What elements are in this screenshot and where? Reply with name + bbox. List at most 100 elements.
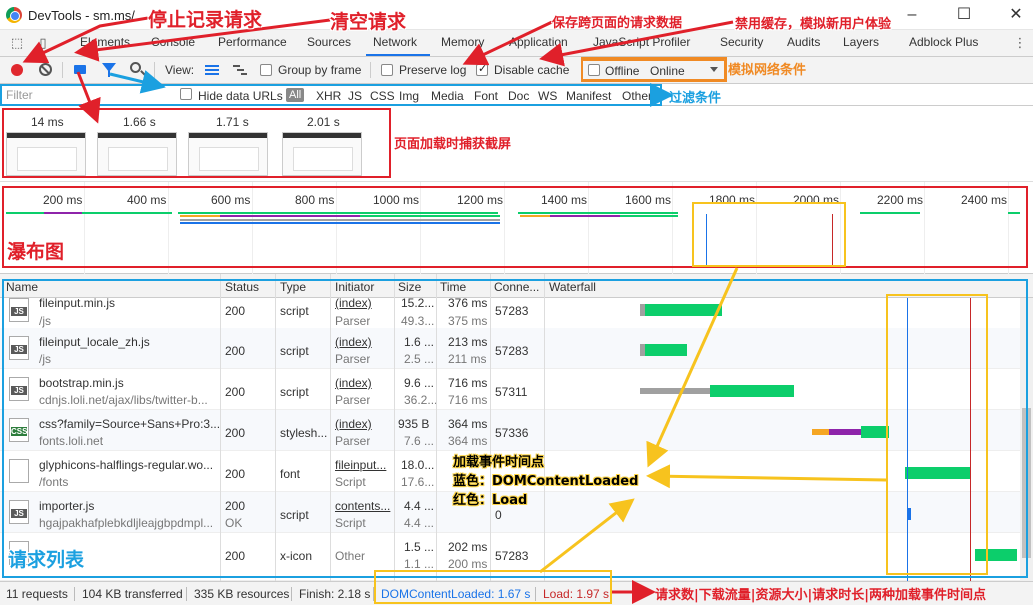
filter-type-css[interactable]: CSS <box>370 89 395 103</box>
screenshot-thumbnail[interactable] <box>188 132 268 176</box>
tab-elements[interactable]: Elements <box>80 35 130 49</box>
table-row[interactable]: 200 x-icon Other 1.5 ... 1.1 ... 202 ms … <box>0 533 1020 581</box>
column-divider[interactable] <box>275 274 276 581</box>
record-button[interactable] <box>11 64 23 76</box>
device-toolbar-icon[interactable]: ▯ <box>35 35 51 51</box>
scrollbar-thumb[interactable] <box>1022 408 1031 558</box>
large-rows-icon[interactable] <box>205 65 219 75</box>
request-time-sub: 200 ms <box>448 557 488 571</box>
screenshot-time: 1.66 s <box>123 115 156 129</box>
tab-adblock-plus[interactable]: Adblock Plus <box>909 35 978 49</box>
tab-layers[interactable]: Layers <box>843 35 879 49</box>
toolbar-separator <box>62 62 63 78</box>
request-initiator-sub: Parser <box>335 314 371 328</box>
overview-request-bar <box>178 212 498 214</box>
column-divider[interactable] <box>544 274 545 581</box>
column-header-waterfall[interactable]: Waterfall <box>549 280 596 294</box>
request-size: 18.0... <box>401 458 435 472</box>
tab-memory[interactable]: Memory <box>441 35 484 49</box>
transferred-size: 104 KB transferred <box>82 587 183 601</box>
filter-type-ws[interactable]: WS <box>538 89 557 103</box>
column-header-connection[interactable]: Conne... <box>494 280 539 294</box>
column-divider[interactable] <box>394 274 395 581</box>
column-divider[interactable] <box>490 274 491 581</box>
tab-console[interactable]: Console <box>151 35 195 49</box>
tab-application[interactable]: Application <box>509 35 568 49</box>
request-table: Name Status Type Initiator Size Time Con… <box>0 274 1033 581</box>
screenshot-thumbnail[interactable] <box>6 132 86 176</box>
filter-bar: Filter Hide data URLs All XHR JS CSS Img… <box>0 84 1033 106</box>
filter-type-manifest[interactable]: Manifest <box>566 89 611 103</box>
column-header-type[interactable]: Type <box>280 280 306 294</box>
filter-type-js[interactable]: JS <box>348 89 362 103</box>
disable-cache-checkbox[interactable] <box>476 62 488 76</box>
overview-request-bar <box>1008 212 1020 214</box>
more-options-icon[interactable]: ⋮ <box>1012 35 1028 51</box>
request-connection: 57311 <box>495 385 528 399</box>
tab-performance[interactable]: Performance <box>218 35 287 49</box>
screenshot-filmstrip: 14 ms 1.66 s 1.71 s 2.01 s <box>0 106 1033 182</box>
filter-type-all[interactable]: All <box>286 88 305 102</box>
hide-data-urls-checkbox[interactable] <box>180 88 192 100</box>
overview-timeline[interactable]: 200 ms 400 ms 600 ms 800 ms 1000 ms 1200… <box>0 182 1033 274</box>
filter-icon[interactable] <box>102 63 116 77</box>
table-row[interactable]: CSS css?family=Source+Sans+Pro:3... font… <box>0 410 1020 451</box>
timeline-tick: 400 ms <box>127 193 167 207</box>
column-divider[interactable] <box>436 274 437 581</box>
annotation-status-summary: 请求数|下载流量|资源大小|请求时长|两种加载事件时间点 <box>655 588 986 603</box>
filter-type-other[interactable]: Other <box>622 89 652 103</box>
search-icon[interactable] <box>130 62 141 73</box>
tab-sources[interactable]: Sources <box>307 35 351 49</box>
request-size-sub: 17.6... <box>401 475 435 489</box>
overview-request-bar <box>860 212 920 214</box>
screenshot-time: 1.71 s <box>216 115 249 129</box>
clear-button[interactable] <box>39 63 52 76</box>
column-header-size[interactable]: Size <box>398 280 421 294</box>
preserve-log-checkbox[interactable] <box>381 64 393 76</box>
maximize-button[interactable]: ☐ <box>949 4 979 26</box>
request-initiator[interactable]: contents... <box>335 499 393 513</box>
group-by-frame-checkbox[interactable] <box>260 64 272 76</box>
screenshot-time: 14 ms <box>31 115 64 129</box>
column-header-time[interactable]: Time <box>440 280 466 294</box>
filter-type-img[interactable]: Img <box>399 89 419 103</box>
inspect-element-icon[interactable]: ⬚ <box>9 35 25 51</box>
column-divider[interactable] <box>330 274 331 581</box>
column-header-name[interactable]: Name <box>6 280 38 294</box>
table-row[interactable]: JS bootstrap.min.js cdnjs.loli.net/ajax/… <box>0 369 1020 410</box>
table-row[interactable]: JS fileinput_locale_zh.js /js 200 script… <box>0 328 1020 369</box>
tab-network[interactable]: Network <box>373 35 417 49</box>
screenshot-thumbnail[interactable] <box>282 132 362 176</box>
screenshot-thumbnail[interactable] <box>97 132 177 176</box>
column-header-status[interactable]: Status <box>225 280 259 294</box>
request-initiator[interactable]: (index) <box>335 335 372 349</box>
overview-icon[interactable] <box>233 65 247 75</box>
tab-security[interactable]: Security <box>720 35 763 49</box>
request-name: css?family=Source+Sans+Pro:3... <box>39 417 219 431</box>
column-header-initiator[interactable]: Initiator <box>335 280 374 294</box>
request-initiator[interactable]: (index) <box>335 296 372 310</box>
table-scrollbar[interactable] <box>1020 298 1033 581</box>
request-initiator[interactable]: (index) <box>335 417 372 431</box>
request-initiator[interactable]: fileinput... <box>335 458 393 472</box>
filter-type-doc[interactable]: Doc <box>508 89 529 103</box>
offline-checkbox[interactable] <box>588 64 600 76</box>
capture-screenshots-icon[interactable] <box>74 65 86 74</box>
request-initiator[interactable]: (index) <box>335 376 372 390</box>
load-marker <box>832 214 833 266</box>
request-name: fileinput_locale_zh.js <box>39 335 150 349</box>
request-size-sub: 2.5 ... <box>404 352 435 366</box>
filter-type-xhr[interactable]: XHR <box>316 89 341 103</box>
file-icon <box>9 459 29 483</box>
waterfall-bar <box>905 467 971 479</box>
column-divider[interactable] <box>220 274 221 581</box>
filter-type-media[interactable]: Media <box>431 89 464 103</box>
filter-type-font[interactable]: Font <box>474 89 498 103</box>
throttle-select[interactable]: Offline Online <box>581 59 726 81</box>
tab-javascript-profiler[interactable]: JavaScript Profiler <box>593 35 690 49</box>
tab-audits[interactable]: Audits <box>787 35 820 49</box>
filter-input[interactable]: Filter <box>6 88 33 102</box>
request-rows: JS fileinput.min.js /js 200 script (inde… <box>0 296 1020 581</box>
close-button[interactable]: ✕ <box>1001 4 1031 26</box>
minimize-button[interactable]: – <box>897 4 927 26</box>
